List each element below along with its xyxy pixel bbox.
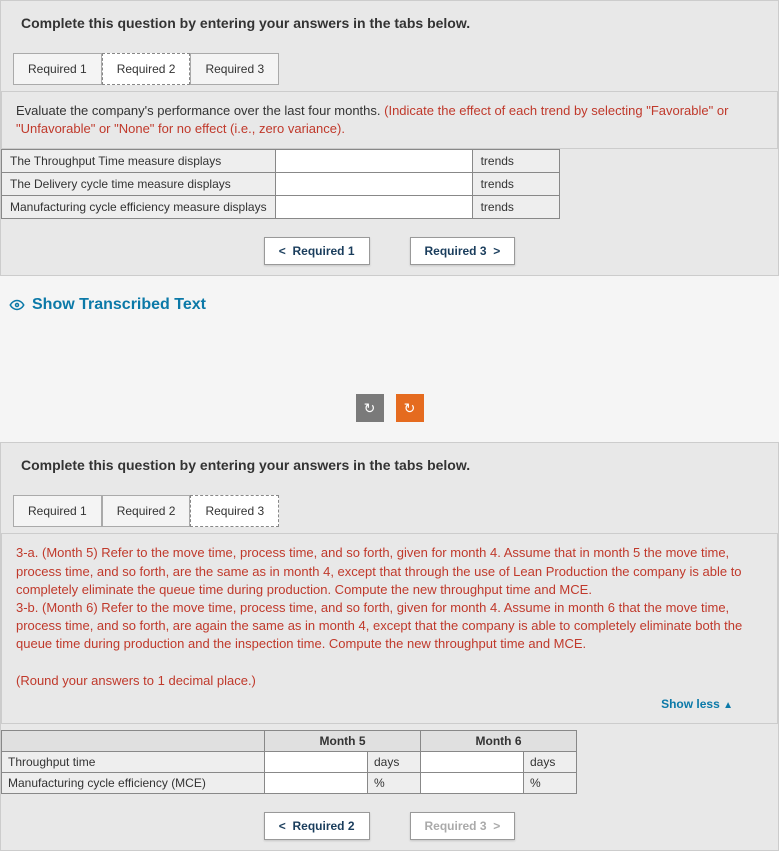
- chevron-right-icon: >: [493, 244, 500, 258]
- table-row: Throughput time days days: [2, 751, 577, 772]
- value-input[interactable]: [265, 751, 368, 772]
- row-label: The Delivery cycle time measure displays: [2, 173, 276, 196]
- table-row: The Delivery cycle time measure displays…: [2, 173, 560, 196]
- value-input[interactable]: [421, 751, 524, 772]
- question-panel-1: Complete this question by entering your …: [0, 0, 779, 276]
- panel2-header: Complete this question by entering your …: [1, 443, 778, 487]
- show-transcribed-toggle[interactable]: Show Transcribed Text: [0, 276, 779, 334]
- panel1-header: Complete this question by entering your …: [1, 1, 778, 45]
- next-label: Required 3: [425, 819, 487, 833]
- month6-header: Month 6: [421, 730, 577, 751]
- paragraph-3b: 3-b. (Month 6) Refer to the move time, p…: [16, 599, 763, 654]
- row-suffix: trends: [472, 196, 559, 219]
- show-less-label: Show less: [661, 697, 720, 711]
- prev-label: Required 2: [292, 819, 354, 833]
- row-suffix: trends: [472, 150, 559, 173]
- panel1-instructions: Evaluate the company's performance over …: [1, 91, 778, 149]
- middle-toolbar: ↻ ↻: [0, 394, 779, 422]
- prev-button[interactable]: < Required 2: [264, 812, 370, 840]
- tab-required-1[interactable]: Required 1: [13, 495, 102, 527]
- table-row: The Throughput Time measure displays tre…: [2, 150, 560, 173]
- question-panel-2: Complete this question by entering your …: [0, 442, 779, 851]
- next-label: Required 3: [425, 244, 487, 258]
- instruction-main: Evaluate the company's performance over …: [16, 103, 384, 118]
- header-row: Month 5 Month 6: [2, 730, 577, 751]
- panel2-nav: < Required 2 Required 3 >: [1, 812, 778, 840]
- blank-header: [2, 730, 265, 751]
- row-label: Manufacturing cycle efficiency measure d…: [2, 196, 276, 219]
- trend-input[interactable]: [275, 150, 472, 173]
- month-table: Month 5 Month 6 Throughput time days day…: [1, 730, 577, 794]
- row-suffix: trends: [472, 173, 559, 196]
- unit-label: %: [368, 772, 421, 793]
- tab-required-2[interactable]: Required 2: [102, 53, 191, 85]
- chevron-left-icon: <: [279, 819, 286, 833]
- month5-header: Month 5: [265, 730, 421, 751]
- evaluation-table: The Throughput Time measure displays tre…: [1, 149, 560, 219]
- refresh-right-icon[interactable]: ↻: [396, 394, 424, 422]
- transcription-icon: [8, 296, 26, 314]
- panel2-instructions: 3-a. (Month 5) Refer to the move time, p…: [1, 533, 778, 724]
- refresh-left-icon[interactable]: ↻: [356, 394, 384, 422]
- prev-label: Required 1: [292, 244, 354, 258]
- table-row: Manufacturing cycle efficiency (MCE) % %: [2, 772, 577, 793]
- panel1-tabs: Required 1 Required 2 Required 3: [13, 53, 778, 85]
- trend-input[interactable]: [275, 173, 472, 196]
- unit-label: %: [524, 772, 577, 793]
- next-button[interactable]: Required 3 >: [410, 812, 516, 840]
- tab-required-1[interactable]: Required 1: [13, 53, 102, 85]
- row-label: Manufacturing cycle efficiency (MCE): [2, 772, 265, 793]
- panel2-tabs: Required 1 Required 2 Required 3: [13, 495, 778, 527]
- prev-button[interactable]: < Required 1: [264, 237, 370, 265]
- panel1-nav: < Required 1 Required 3 >: [1, 237, 778, 265]
- chevron-up-icon: ▲: [723, 700, 733, 711]
- table-row: Manufacturing cycle efficiency measure d…: [2, 196, 560, 219]
- trend-input[interactable]: [275, 196, 472, 219]
- chevron-right-icon: >: [493, 819, 500, 833]
- tab-required-3[interactable]: Required 3: [190, 53, 279, 85]
- show-less-toggle[interactable]: Show less ▲: [661, 696, 733, 713]
- row-label: The Throughput Time measure displays: [2, 150, 276, 173]
- chevron-left-icon: <: [279, 244, 286, 258]
- next-button[interactable]: Required 3 >: [410, 237, 516, 265]
- value-input[interactable]: [265, 772, 368, 793]
- value-input[interactable]: [421, 772, 524, 793]
- paragraph-3a: 3-a. (Month 5) Refer to the move time, p…: [16, 544, 763, 599]
- row-label: Throughput time: [2, 751, 265, 772]
- tab-required-3[interactable]: Required 3: [190, 495, 279, 527]
- unit-label: days: [524, 751, 577, 772]
- round-note: (Round your answers to 1 decimal place.): [16, 672, 763, 690]
- show-transcribed-label: Show Transcribed Text: [32, 296, 206, 314]
- tab-required-2[interactable]: Required 2: [102, 495, 191, 527]
- unit-label: days: [368, 751, 421, 772]
